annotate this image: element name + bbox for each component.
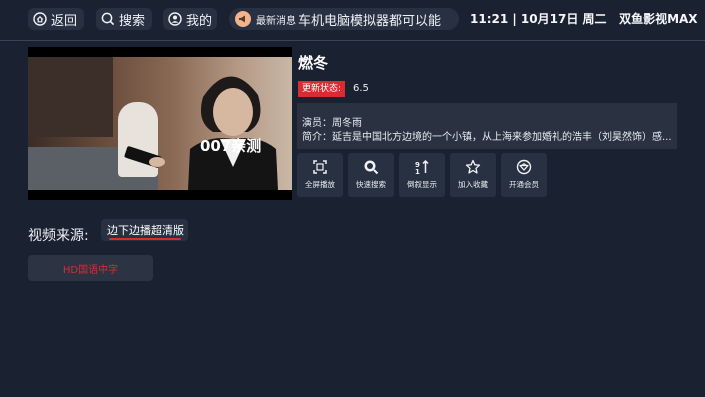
megaphone-icon: [235, 11, 251, 27]
status-value: 6.5: [353, 83, 369, 94]
video-person: [188, 76, 278, 190]
phone-in-hand: [124, 146, 165, 168]
app-name: 双鱼影视MAX: [619, 12, 698, 26]
favorite-label: 加入收藏: [458, 180, 488, 189]
reverse-order-label: 倒叙显示: [407, 180, 437, 189]
sort-icon: 91: [415, 159, 429, 175]
quick-search-button[interactable]: 快速搜索: [348, 153, 394, 197]
episode-button[interactable]: HD国语中字: [28, 255, 153, 281]
back-label: 返回: [51, 13, 78, 29]
video-player[interactable]: 007亲测: [28, 47, 292, 200]
quick-search-label: 快速搜索: [356, 180, 386, 189]
fullscreen-icon: [313, 160, 327, 174]
back-button[interactable]: 返回: [28, 8, 84, 30]
news-tag: 最新消息: [256, 15, 296, 27]
intro-line: 简介：延吉是中国北方边境的一个小镇，从上海来参加婚礼的浩丰（刘昊然饰）感...: [302, 132, 672, 143]
info-box: 演员：周冬雨 简介：延吉是中国北方边境的一个小镇，从上海来参加婚礼的浩丰（刘昊然…: [297, 103, 677, 149]
clock-and-app-name: 11:21 | 10月17日 周二 双鱼影视MAX: [470, 10, 698, 27]
search-button[interactable]: 搜索: [96, 8, 152, 30]
home-icon: [33, 12, 47, 26]
svg-text:1: 1: [415, 168, 420, 175]
star-icon: [465, 159, 481, 174]
status-badge: 更新状态:: [298, 81, 346, 97]
source-option-selected[interactable]: 边下边播超清版: [101, 219, 188, 241]
fullscreen-label: 全屏播放: [305, 180, 335, 189]
search-label: 搜索: [119, 13, 146, 29]
favorite-button[interactable]: 加入收藏: [450, 153, 496, 197]
video-background-window: [28, 57, 113, 137]
news-ticker[interactable]: 最新消息 车机电脑模拟器都可以能: [229, 8, 459, 30]
search-icon: [364, 160, 379, 175]
clock-text: 11:21 | 10月17日 周二: [470, 12, 607, 26]
movie-title: 燃冬: [298, 54, 329, 72]
source-label: 视频来源:: [28, 228, 89, 244]
user-icon: [168, 12, 182, 26]
fullscreen-button[interactable]: 全屏播放: [297, 153, 343, 197]
news-text: 车机电脑模拟器都可以能: [298, 13, 442, 29]
vip-icon: [516, 159, 532, 175]
vip-label: 开通会员: [509, 180, 539, 189]
reverse-order-button[interactable]: 91 倒叙显示: [399, 153, 445, 197]
cast-line: 演员：周冬雨: [302, 118, 362, 129]
profile-label: 我的: [186, 13, 213, 29]
vip-button[interactable]: 开通会员: [501, 153, 547, 197]
source-option-label: 边下边播超清版: [107, 224, 184, 237]
video-watermark: 007亲测: [200, 137, 262, 155]
top-bar: 返回 搜索 我的 最新消息 车机电脑模拟器都可以能 11:21 | 10月17日…: [0, 0, 705, 41]
profile-button[interactable]: 我的: [163, 8, 217, 30]
source-selected-underline: [109, 238, 181, 240]
search-icon: [101, 12, 115, 26]
